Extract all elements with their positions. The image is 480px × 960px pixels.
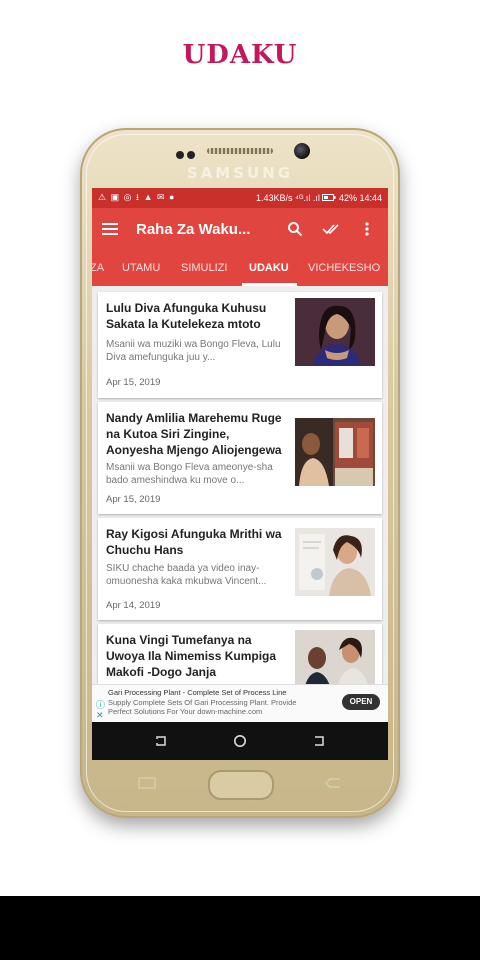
hardware-recents-key bbox=[138, 776, 156, 789]
article-card[interactable]: Lulu Diva Afunguka Kuhusu Sakata la Kute… bbox=[98, 292, 382, 398]
front-camera bbox=[294, 143, 310, 159]
category-tabs: ZA UTAMU SIMULIZI UDAKU VICHEKESHO bbox=[92, 250, 388, 286]
article-date: Apr 15, 2019 bbox=[106, 377, 161, 388]
network-speed: 1.43KB/s bbox=[256, 193, 293, 203]
article-thumbnail bbox=[295, 298, 375, 366]
back-icon[interactable] bbox=[312, 734, 326, 748]
article-date: Apr 14, 2019 bbox=[106, 600, 161, 611]
more-vert-icon[interactable] bbox=[356, 218, 378, 240]
status-bar: ⚠ ▣ ◎ ⭳ ▲ ✉ ● 1.43KB/s ⁴ᴳ.ıl .ıl 42% 14:… bbox=[92, 188, 388, 208]
article-title: Nandy Amlilia Marehemu Ruge na Kutoa Sir… bbox=[106, 411, 282, 457]
earpiece-grill bbox=[207, 148, 273, 154]
article-excerpt: Msanii wa Bongo Fleva ameonye-sha bado a… bbox=[106, 462, 273, 486]
tab-udaku[interactable]: UDAKU bbox=[249, 262, 289, 274]
search-icon[interactable] bbox=[284, 218, 306, 240]
tab-za[interactable]: ZA bbox=[92, 262, 104, 274]
bottom-black-band bbox=[0, 896, 480, 960]
article-card[interactable]: Nandy Amlilia Marehemu Ruge na Kutoa Sir… bbox=[98, 402, 382, 514]
article-date: Apr 15, 2019 bbox=[106, 494, 161, 505]
status-time: 14:44 bbox=[359, 193, 382, 203]
hardware-home-button bbox=[208, 770, 274, 800]
signal-icon: ⁴ᴳ.ıl .ıl bbox=[295, 193, 320, 203]
ad-description: Supply Complete Sets Of Gari Processing … bbox=[108, 698, 297, 716]
ad-title: Gari Processing Plant - Complete Set of … bbox=[108, 688, 287, 697]
phone-frame: SAMSUNG ⚠ ▣ ◎ ⭳ ▲ ✉ ● 1.43KB/s ⁴ᴳ.ıl .ıl… bbox=[80, 128, 400, 818]
status-right: 1.43KB/s ⁴ᴳ.ıl .ıl 42% 14:44 bbox=[256, 193, 382, 203]
active-tab-indicator bbox=[242, 283, 297, 286]
hardware-back-key bbox=[324, 776, 342, 788]
phone-screen: ⚠ ▣ ◎ ⭳ ▲ ✉ ● 1.43KB/s ⁴ᴳ.ıl .ıl 42% 14:… bbox=[92, 188, 388, 760]
article-thumbnail bbox=[295, 528, 375, 596]
home-icon[interactable] bbox=[233, 734, 247, 748]
menu-icon[interactable] bbox=[102, 223, 118, 235]
phone-brand-logo: SAMSUNG bbox=[186, 164, 294, 182]
article-card[interactable]: Ray Kigosi Afunguka Mrithi wa Chuchu Han… bbox=[98, 518, 382, 620]
notification-icons: ⚠ ▣ ◎ ⭳ ▲ ✉ ● bbox=[98, 192, 176, 202]
tab-simulizi[interactable]: SIMULIZI bbox=[181, 262, 227, 274]
article-title: Lulu Diva Afunguka Kuhusu Sakata la Kute… bbox=[106, 301, 267, 331]
battery-level: 42% bbox=[338, 193, 357, 203]
tab-utamu[interactable]: UTAMU bbox=[122, 262, 160, 274]
ad-open-button[interactable]: OPEN bbox=[342, 694, 380, 710]
sensor-dots bbox=[176, 146, 198, 164]
ad-banner[interactable]: ⓘ ✕ Gari Processing Plant - Complete Set… bbox=[92, 684, 388, 723]
article-excerpt: SIKU chache baada ya video inay-omuonesh… bbox=[106, 563, 267, 587]
system-nav-bar bbox=[92, 722, 388, 760]
article-excerpt: Msanii wa muziki wa Bongo Fleva, Lulu Di… bbox=[106, 339, 281, 363]
promo-title: UDAKU bbox=[182, 40, 298, 70]
done-all-icon[interactable] bbox=[320, 218, 342, 240]
ad-close-icon[interactable]: ✕ bbox=[96, 710, 104, 721]
app-title: Raha Za Waku... bbox=[136, 220, 251, 238]
article-title: Ray Kigosi Afunguka Mrithi wa Chuchu Han… bbox=[106, 527, 282, 557]
article-title: Kuna Vingi Tumefanya na Uwoya Ila Nimemi… bbox=[106, 633, 277, 679]
article-thumbnail bbox=[295, 418, 375, 486]
battery-icon bbox=[322, 193, 339, 203]
tab-vichekesho[interactable]: VICHEKESHO bbox=[308, 262, 380, 274]
recents-icon[interactable] bbox=[154, 734, 168, 748]
app-bar: Raha Za Waku... bbox=[92, 208, 388, 250]
